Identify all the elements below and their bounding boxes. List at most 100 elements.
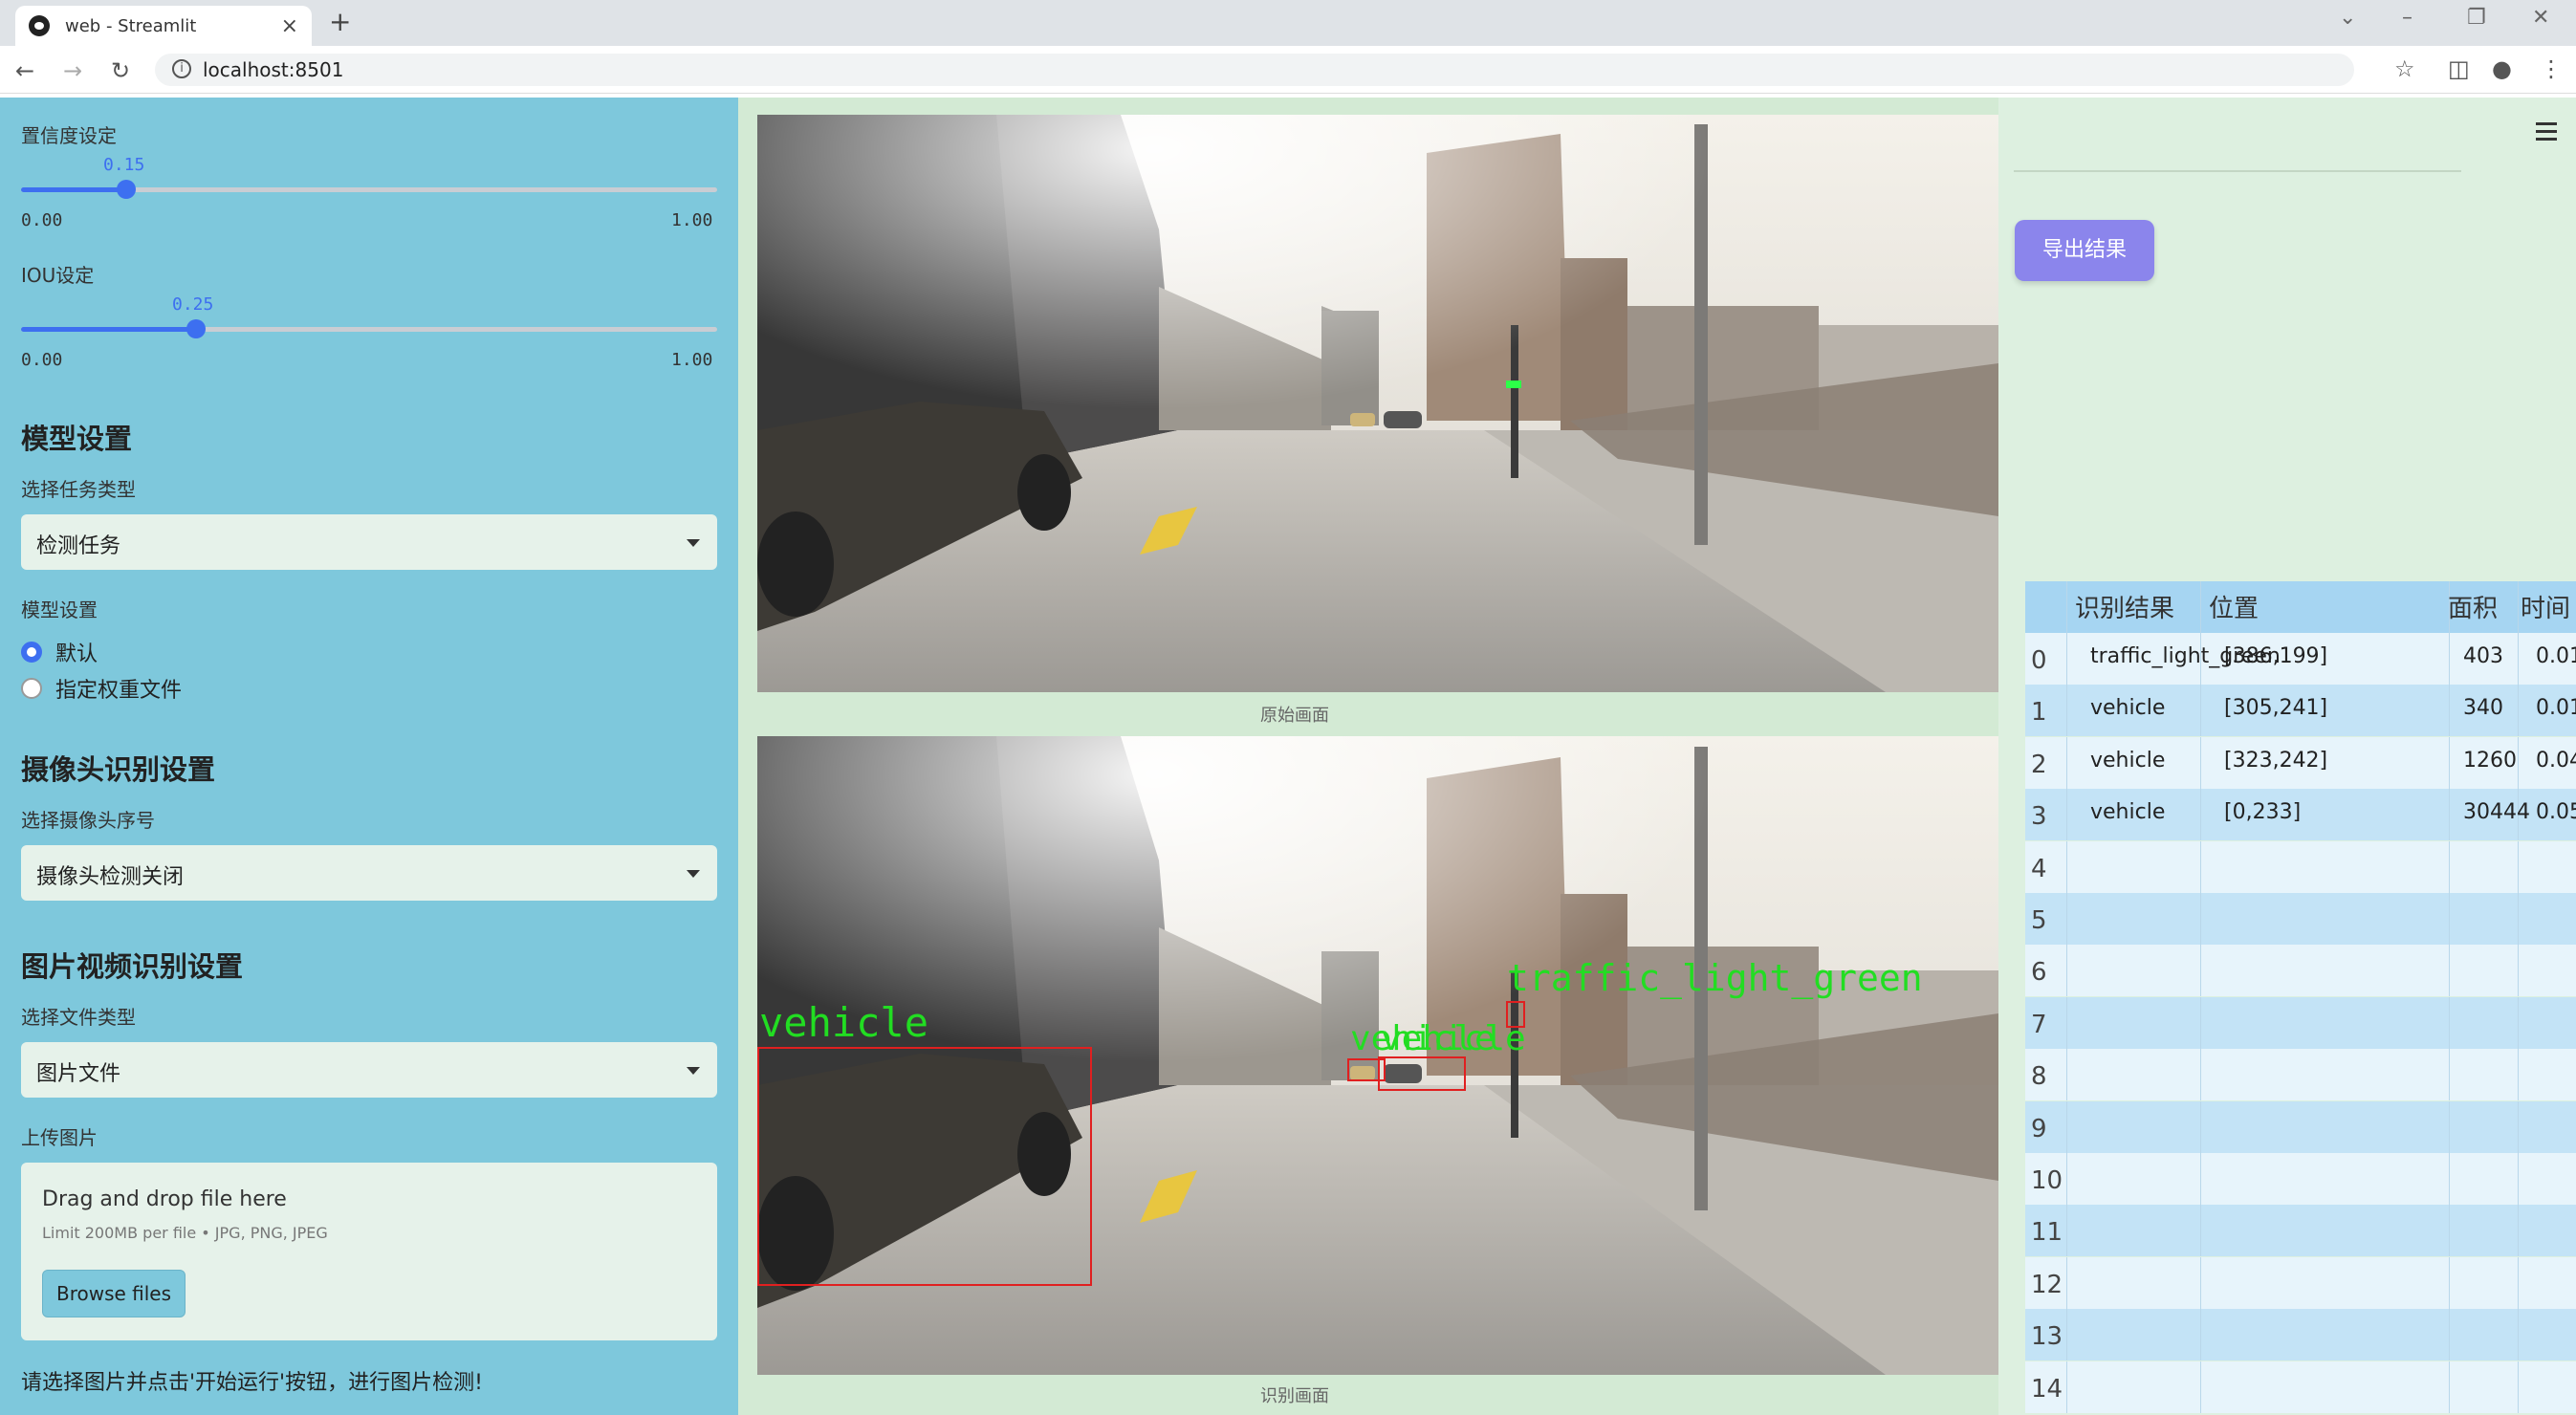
table-row[interactable]: 12	[2025, 1256, 2576, 1309]
confidence-slider[interactable]	[21, 180, 717, 199]
result-cell: vehicle	[2090, 685, 2201, 737]
position-cell	[2224, 1309, 2450, 1361]
forward-icon[interactable]: →	[63, 57, 82, 84]
street-scene-result: vehicle vehicle vehicle traffic_light_gr…	[757, 736, 1998, 1375]
result-cell	[2090, 893, 2201, 945]
bookmark-star-icon[interactable]: ☆	[2394, 55, 2415, 82]
confidence-slider-fill	[21, 187, 125, 192]
area-cell	[2463, 945, 2519, 997]
table-row[interactable]: 4	[2025, 840, 2576, 893]
results-table[interactable]: 识别结果 位置 面积 时间 0 traffic_light_green [386,1…	[2025, 581, 2576, 1415]
table-row[interactable]: 14	[2025, 1361, 2576, 1413]
result-cell	[2090, 840, 2201, 893]
table-row[interactable]: 2 vehicle [323,242] 1260 0.04	[2025, 736, 2576, 789]
result-image: vehicle vehicle vehicle traffic_light_gr…	[757, 736, 1998, 1375]
table-row[interactable]: 3 vehicle [0,233] 30444 0.05	[2025, 789, 2576, 841]
confidence-slider-thumb[interactable]	[117, 180, 136, 199]
table-row[interactable]: 8	[2025, 1049, 2576, 1101]
confidence-value: 0.15	[103, 155, 145, 175]
position-cell	[2224, 1256, 2450, 1309]
browse-files-button[interactable]: Browse files	[42, 1270, 186, 1317]
detection-label-vehicle-mid: vehicle	[1381, 1019, 1526, 1058]
camera-select[interactable]: 摄像头检测关闭	[21, 845, 717, 901]
new-tab-icon[interactable]: +	[329, 6, 351, 37]
col-index-header	[2025, 581, 2067, 633]
result-cell	[2090, 945, 2201, 997]
iou-slider-thumb[interactable]	[186, 319, 206, 338]
file-type-select[interactable]: 图片文件	[21, 1042, 717, 1098]
row-index-cell: 6	[2031, 945, 2067, 997]
chevron-down-icon	[687, 1067, 700, 1075]
back-icon[interactable]: ←	[15, 57, 34, 84]
table-row[interactable]: 10	[2025, 1153, 2576, 1205]
radio-default[interactable]: 默认	[21, 637, 98, 667]
detection-label-vehicle-large: vehicle	[759, 999, 928, 1046]
address-bar-row: ← → ↻ i localhost:8501 ☆ ◫ ● ⋮	[0, 46, 2576, 94]
chevron-down-icon	[687, 870, 700, 878]
table-row[interactable]: 13	[2025, 1309, 2576, 1361]
result-cell	[2090, 1309, 2201, 1361]
export-results-button[interactable]: 导出结果	[2015, 220, 2154, 281]
row-index-cell: 7	[2031, 996, 2067, 1049]
confidence-max: 1.00	[671, 210, 713, 230]
restore-icon[interactable]: ❐	[2467, 6, 2486, 30]
area-cell: 340	[2463, 685, 2519, 737]
media-section-heading: 图片视频识别设置	[21, 950, 244, 983]
chevron-down-icon	[687, 539, 700, 547]
task-type-select[interactable]: 检测任务	[21, 514, 717, 570]
position-cell	[2224, 893, 2450, 945]
camera-section-heading: 摄像头识别设置	[21, 753, 216, 786]
col-time-header[interactable]: 时间	[2521, 581, 2576, 633]
time-cell	[2536, 1309, 2576, 1361]
reload-icon[interactable]: ↻	[111, 57, 130, 84]
tab-close-icon[interactable]: ×	[281, 14, 298, 38]
position-cell	[2224, 1361, 2450, 1413]
area-cell	[2463, 1100, 2519, 1153]
browser-menu-icon[interactable]: ⋮	[2540, 55, 2563, 82]
time-cell	[2536, 1101, 2576, 1153]
window-close-icon[interactable]: ✕	[2532, 6, 2549, 30]
table-row[interactable]: 6	[2025, 945, 2576, 997]
table-row[interactable]: 11	[2025, 1205, 2576, 1257]
confidence-label: 置信度设定	[21, 124, 117, 147]
dropzone-limit: Limit 200MB per file • JPG, PNG, JPEG	[42, 1224, 328, 1242]
radio-default-indicator[interactable]	[21, 642, 42, 663]
col-result-header[interactable]: 识别结果	[2075, 581, 2201, 633]
iou-value: 0.25	[172, 294, 214, 315]
file-type-value: 图片文件	[36, 1062, 121, 1086]
col-position-header[interactable]: 位置	[2209, 581, 2450, 633]
area-cell	[2463, 996, 2519, 1049]
url-text: localhost:8501	[203, 58, 344, 81]
table-row[interactable]: 9	[2025, 1100, 2576, 1153]
file-dropzone[interactable]: Drag and drop file here Limit 200MB per …	[21, 1163, 717, 1340]
time-cell: 0.01	[2536, 644, 2576, 668]
tab-search-chevron-icon[interactable]: ⌄	[2339, 6, 2356, 30]
url-field[interactable]: i localhost:8501	[155, 54, 2354, 86]
row-index-cell: 9	[2031, 1100, 2067, 1153]
time-cell	[2536, 1361, 2576, 1413]
hamburger-menu-icon[interactable]	[2536, 122, 2557, 145]
time-cell	[2536, 1153, 2576, 1205]
time-cell: 0.04	[2536, 748, 2576, 773]
site-info-icon[interactable]: i	[172, 59, 191, 78]
position-cell	[2224, 996, 2450, 1049]
col-area-header[interactable]: 面积	[2448, 581, 2519, 633]
radio-custom-weights[interactable]: 指定权重文件	[21, 673, 182, 704]
area-cell	[2463, 1153, 2519, 1205]
table-row[interactable]: 0 traffic_light_green [386,199] 403 0.01	[2025, 633, 2576, 685]
profile-icon[interactable]: ●	[2492, 55, 2512, 82]
upload-label: 上传图片	[21, 1126, 98, 1149]
iou-slider[interactable]	[21, 319, 717, 338]
radio-custom-weights-indicator[interactable]	[21, 678, 42, 699]
minimize-icon[interactable]: –	[2402, 6, 2412, 30]
camera-index-label: 选择摄像头序号	[21, 809, 155, 832]
table-row[interactable]: 5	[2025, 893, 2576, 945]
panel-divider	[2014, 170, 2461, 172]
side-panel-icon[interactable]: ◫	[2448, 55, 2470, 82]
table-row[interactable]: 1 vehicle [305,241] 340 0.01	[2025, 685, 2576, 737]
result-cell	[2090, 996, 2201, 1049]
browser-tab[interactable]: web - Streamlit ×	[15, 6, 312, 46]
dropzone-title: Drag and drop file here	[42, 1187, 287, 1211]
radio-custom-weights-label: 指定权重文件	[55, 679, 183, 703]
table-row[interactable]: 7	[2025, 996, 2576, 1049]
